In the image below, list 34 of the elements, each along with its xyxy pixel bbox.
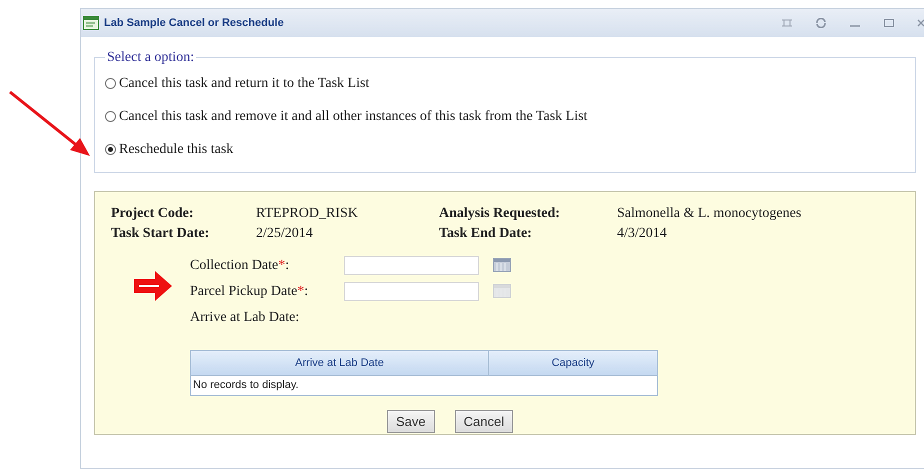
summary-value: Salmonella & L. monocytogenes — [617, 205, 802, 223]
radio-button[interactable] — [105, 78, 116, 89]
pin-icon[interactable] — [781, 18, 793, 28]
column-header[interactable]: Capacity — [489, 351, 657, 375]
option-label: Cancel this task and return it to the Task List — [119, 75, 370, 93]
field-label: Arrive at Lab Date: — [190, 308, 300, 326]
summary-value: 4/3/2014 — [617, 225, 667, 243]
summary-label: Task Start Date: — [111, 225, 210, 243]
date-input[interactable] — [344, 256, 479, 274]
radio-button[interactable] — [105, 111, 116, 122]
column-header[interactable]: Arrive at Lab Date — [191, 351, 489, 375]
window-title: Lab Sample Cancel or Reschedule — [104, 16, 284, 31]
date-input[interactable] — [344, 282, 479, 300]
option-label: Reschedule this task — [119, 141, 234, 159]
summary-label: Task End Date: — [439, 225, 533, 243]
arrow-icon — [133, 270, 173, 302]
arrow-icon — [8, 90, 92, 158]
dialog-button[interactable]: Save — [387, 410, 435, 433]
close-icon[interactable] — [917, 18, 924, 28]
radio-button[interactable] — [105, 144, 116, 155]
empty-message: No records to display. — [193, 378, 299, 394]
summary-value: RTEPROD_RISK — [256, 205, 359, 223]
summary-label: Project Code: — [111, 205, 195, 223]
maximize-icon[interactable] — [883, 18, 895, 28]
field-label: Parcel Pickup Date*: — [190, 282, 310, 300]
window-icon — [83, 16, 99, 30]
calendar-icon[interactable] — [493, 258, 511, 272]
dialog-button[interactable]: Cancel — [454, 410, 514, 433]
option-legend: Select a option: — [105, 47, 196, 68]
option-label: Cancel this task and remove it and all other instances of this task from the Task List — [119, 108, 588, 126]
field-label: Collection Date*: — [190, 256, 290, 274]
summary-label: Analysis Requested: — [439, 205, 561, 223]
refresh-icon[interactable] — [815, 18, 827, 28]
summary-value: 2/25/2014 — [256, 225, 314, 243]
